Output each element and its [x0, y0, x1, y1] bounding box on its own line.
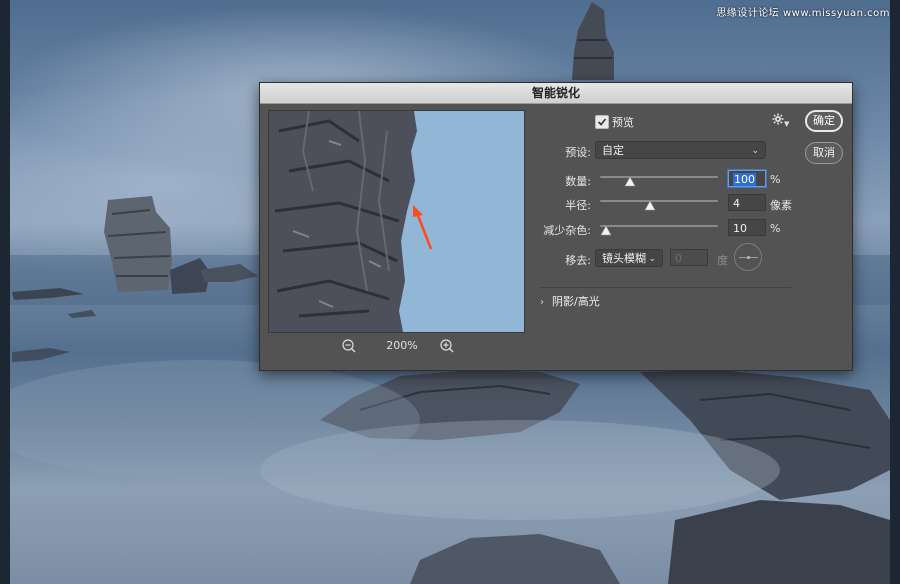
shadows-highlights-label: 阴影/高光: [552, 295, 600, 308]
radius-slider-thumb[interactable]: [644, 201, 656, 211]
reduce-noise-slider-thumb[interactable]: [600, 226, 612, 236]
dialog-title: 智能锐化: [260, 83, 852, 104]
amount-input[interactable]: 100: [728, 170, 766, 187]
gear-icon[interactable]: ▼: [772, 113, 790, 129]
chevron-right-icon: ›: [540, 297, 544, 308]
chevron-down-icon: ⌄: [751, 146, 759, 156]
zoom-out-icon[interactable]: [340, 337, 360, 355]
annotation-arrow-icon: [413, 205, 433, 250]
remove-select[interactable]: 镜头模糊 ⌄: [595, 249, 663, 267]
preview-pane[interactable]: [268, 110, 525, 333]
amount-value: 100: [733, 173, 756, 186]
reduce-noise-unit: %: [770, 222, 781, 235]
radius-input[interactable]: 4: [728, 194, 766, 211]
cancel-button[interactable]: 取消: [805, 142, 843, 164]
angle-dial-center: [747, 256, 750, 259]
zoom-in-icon[interactable]: [438, 337, 458, 355]
preset-value: 自定: [602, 144, 624, 157]
preview-checkbox[interactable]: [595, 115, 609, 129]
image-border-left: [0, 0, 10, 584]
amount-label: 数量:: [565, 175, 591, 188]
amount-slider[interactable]: [600, 176, 718, 178]
smart-sharpen-dialog: 智能锐化 200% 预览 ▼ 确定 取消 预设: 自定 ⌄ 数量: 100 % …: [259, 82, 853, 371]
zoom-bar: 200%: [268, 335, 523, 357]
amount-slider-thumb[interactable]: [623, 177, 636, 187]
radius-label: 半径:: [565, 199, 591, 212]
angle-input[interactable]: 0: [670, 249, 708, 266]
reduce-noise-input[interactable]: 10: [728, 219, 766, 236]
remove-value: 镜头模糊: [602, 252, 646, 265]
preview-label: 预览: [612, 116, 634, 129]
reduce-noise-label: 减少杂色:: [543, 224, 591, 237]
image-border-right: [890, 0, 900, 584]
ok-button[interactable]: 确定: [805, 110, 843, 132]
zoom-level: 200%: [386, 339, 418, 352]
angle-unit: 度: [717, 254, 728, 267]
chevron-down-icon: ⌄: [648, 254, 656, 264]
radius-unit: 像素: [770, 199, 792, 212]
angle-value: 0: [675, 252, 682, 265]
preview-image: [269, 111, 524, 332]
watermark: 思缘设计论坛 www.missyuan.com: [716, 8, 890, 19]
reduce-noise-slider[interactable]: [600, 225, 718, 227]
angle-dial[interactable]: [734, 243, 762, 271]
caret-down-icon: ▼: [784, 120, 790, 128]
radius-slider[interactable]: [600, 200, 718, 202]
reduce-noise-value: 10: [733, 222, 747, 235]
amount-unit: %: [770, 173, 781, 186]
preset-select[interactable]: 自定 ⌄: [595, 141, 766, 159]
remove-label: 移去:: [565, 254, 591, 267]
section-divider: [539, 287, 791, 288]
checkmark-icon: [597, 118, 607, 126]
shadows-highlights-toggle[interactable]: › 阴影/高光: [540, 293, 600, 309]
radius-value: 4: [733, 197, 740, 210]
preset-label: 预设:: [565, 146, 591, 159]
settings-gear-icon: [772, 113, 784, 125]
